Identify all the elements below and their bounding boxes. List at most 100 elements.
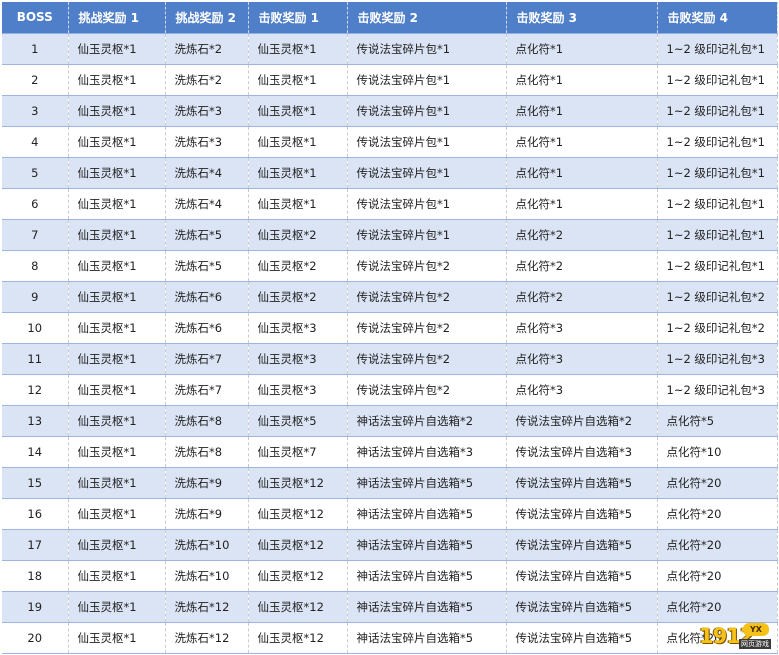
reward-cell: 传说法宝碎片自选箱*5	[506, 529, 658, 561]
table-row: 7 仙玉灵枢*1 洗炼石*5 仙玉灵枢*2 传说法宝碎片包*1 点化符*2 1~2 级印记礼…	[2, 219, 778, 251]
table-row: 4 仙玉灵枢*1 洗炼石*3 仙玉灵枢*1 传说法宝碎片包*1 点化符*1 1~2 级印记礼…	[2, 126, 778, 158]
reward-cell: 神话法宝碎片自选箱*5	[347, 467, 507, 499]
reward-cell: 仙玉灵枢*12	[248, 560, 348, 592]
table-row: 17 仙玉灵枢*1 洗炼石*10 仙玉灵枢*12 神话法宝碎片自选箱*5 传说法宝碎片自选…	[2, 529, 778, 561]
reward-cell: 1~2 级印记礼包*2	[657, 281, 778, 313]
boss-number-cell: 6	[2, 188, 69, 220]
reward-cell: 传说法宝碎片包*1	[347, 219, 507, 251]
reward-cell: 仙玉灵枢*2	[248, 281, 348, 313]
reward-cell: 1~2 级印记礼包*1	[657, 157, 778, 189]
boss-number-cell: 5	[2, 157, 69, 189]
reward-cell: 仙玉灵枢*1	[248, 157, 348, 189]
reward-cell: 洗炼石*4	[165, 188, 249, 220]
reward-cell: 仙玉灵枢*1	[68, 405, 166, 437]
boss-number-cell: 14	[2, 436, 69, 468]
reward-cell: 洗炼石*4	[165, 157, 249, 189]
boss-number-cell: 9	[2, 281, 69, 313]
reward-cell: 传说法宝碎片包*2	[347, 312, 507, 344]
column-header: 击败奖励 3	[506, 2, 658, 34]
reward-cell: 仙玉灵枢*1	[68, 622, 166, 654]
reward-cell: 仙玉灵枢*1	[248, 188, 348, 220]
reward-cell: 点化符*1	[506, 157, 658, 189]
reward-cell: 传说法宝碎片自选箱*5	[506, 560, 658, 592]
reward-cell: 仙玉灵枢*1	[68, 436, 166, 468]
boss-reward-table: BOSS 挑战奖励 1 挑战奖励 2 击败奖励 1 击败奖励 2 击败奖励 3 击败奖励 4…	[2, 2, 778, 654]
boss-number-cell: 8	[2, 250, 69, 282]
table-row: 19 仙玉灵枢*1 洗炼石*12 仙玉灵枢*12 神话法宝碎片自选箱*5 传说法宝碎片自选…	[2, 591, 778, 623]
table-row: 12 仙玉灵枢*1 洗炼石*7 仙玉灵枢*3 传说法宝碎片包*2 点化符*3 1~2 级印记…	[2, 374, 778, 406]
reward-cell: 仙玉灵枢*2	[248, 250, 348, 282]
reward-cell: 神话法宝碎片自选箱*5	[347, 529, 507, 561]
reward-cell: 仙玉灵枢*1	[68, 498, 166, 530]
reward-cell: 洗炼石*8	[165, 436, 249, 468]
column-header: 击败奖励 2	[347, 2, 507, 34]
reward-cell: 传说法宝碎片自选箱*5	[506, 498, 658, 530]
reward-cell: 1~2 级印记礼包*1	[657, 250, 778, 282]
table-row: 14 仙玉灵枢*1 洗炼石*8 仙玉灵枢*7 神话法宝碎片自选箱*3 传说法宝碎片自选箱*…	[2, 436, 778, 468]
table-row: 15 仙玉灵枢*1 洗炼石*9 仙玉灵枢*12 神话法宝碎片自选箱*5 传说法宝碎片自选箱…	[2, 467, 778, 499]
table-row: 16 仙玉灵枢*1 洗炼石*9 仙玉灵枢*12 神话法宝碎片自选箱*5 传说法宝碎片自选箱…	[2, 498, 778, 530]
reward-cell: 点化符*5	[657, 405, 778, 437]
reward-cell: 传说法宝碎片包*1	[347, 157, 507, 189]
boss-number-cell: 10	[2, 312, 69, 344]
table-header-row: BOSS 挑战奖励 1 挑战奖励 2 击败奖励 1 击败奖励 2 击败奖励 3 击败奖励 4	[2, 2, 778, 34]
reward-cell: 仙玉灵枢*1	[248, 33, 348, 65]
boss-number-cell: 20	[2, 622, 69, 654]
reward-cell: 神话法宝碎片自选箱*3	[347, 436, 507, 468]
reward-cell: 洗炼石*6	[165, 281, 249, 313]
reward-cell: 仙玉灵枢*1	[248, 64, 348, 96]
reward-cell: 点化符*2	[506, 219, 658, 251]
reward-cell: 点化符*2	[506, 250, 658, 282]
reward-cell: 点化符*10	[657, 436, 778, 468]
reward-cell: 仙玉灵枢*3	[248, 312, 348, 344]
reward-cell: 仙玉灵枢*1	[68, 560, 166, 592]
reward-cell: 仙玉灵枢*1	[68, 64, 166, 96]
boss-number-cell: 4	[2, 126, 69, 158]
reward-cell: 传说法宝碎片自选箱*5	[506, 467, 658, 499]
reward-cell: 1~2 级印记礼包*3	[657, 343, 778, 375]
reward-cell: 1~2 级印记礼包*1	[657, 188, 778, 220]
table-row: 9 仙玉灵枢*1 洗炼石*6 仙玉灵枢*2 传说法宝碎片包*2 点化符*2 1~2 级印记礼…	[2, 281, 778, 313]
reward-cell: 洗炼石*2	[165, 64, 249, 96]
reward-cell: 仙玉灵枢*1	[68, 33, 166, 65]
reward-cell: 传说法宝碎片包*2	[347, 343, 507, 375]
boss-number-cell: 3	[2, 95, 69, 127]
reward-cell: 传说法宝碎片包*2	[347, 374, 507, 406]
reward-cell: 点化符*1	[506, 33, 658, 65]
reward-cell: 仙玉灵枢*1	[68, 188, 166, 220]
reward-cell: 点化符*1	[506, 126, 658, 158]
reward-cell: 1~2 级印记礼包*2	[657, 312, 778, 344]
reward-cell: 仙玉灵枢*1	[68, 529, 166, 561]
site-watermark-logo: 1912 YX 网页游戏	[699, 623, 771, 649]
reward-cell: 点化符*1	[506, 95, 658, 127]
boss-number-cell: 12	[2, 374, 69, 406]
reward-cell: 洗炼石*7	[165, 374, 249, 406]
boss-number-cell: 17	[2, 529, 69, 561]
reward-cell: 洗炼石*2	[165, 33, 249, 65]
boss-number-cell: 1	[2, 33, 69, 65]
reward-cell: 神话法宝碎片自选箱*5	[347, 498, 507, 530]
reward-cell: 仙玉灵枢*1	[68, 219, 166, 251]
reward-cell: 仙玉灵枢*2	[248, 219, 348, 251]
reward-cell: 洗炼石*12	[165, 622, 249, 654]
reward-cell: 仙玉灵枢*1	[68, 312, 166, 344]
boss-number-cell: 7	[2, 219, 69, 251]
reward-cell: 仙玉灵枢*12	[248, 591, 348, 623]
reward-cell: 点化符*20	[657, 529, 778, 561]
reward-cell: 传说法宝碎片自选箱*5	[506, 622, 658, 654]
column-header: 挑战奖励 2	[165, 2, 249, 34]
reward-cell: 洗炼石*12	[165, 591, 249, 623]
reward-cell: 1~2 级印记礼包*1	[657, 126, 778, 158]
reward-cell: 洗炼石*5	[165, 250, 249, 282]
reward-cell: 传说法宝碎片自选箱*5	[506, 591, 658, 623]
reward-cell: 仙玉灵枢*1	[68, 281, 166, 313]
reward-cell: 洗炼石*10	[165, 560, 249, 592]
reward-cell: 洗炼石*7	[165, 343, 249, 375]
watermark-subtitle: 网页游戏	[739, 639, 771, 649]
reward-cell: 仙玉灵枢*12	[248, 529, 348, 561]
reward-cell: 仙玉灵枢*1	[68, 157, 166, 189]
reward-cell: 仙玉灵枢*5	[248, 405, 348, 437]
reward-cell: 点化符*1	[506, 188, 658, 220]
reward-cell: 点化符*1	[506, 64, 658, 96]
table-row: 5 仙玉灵枢*1 洗炼石*4 仙玉灵枢*1 传说法宝碎片包*1 点化符*1 1~2 级印记礼…	[2, 157, 778, 189]
